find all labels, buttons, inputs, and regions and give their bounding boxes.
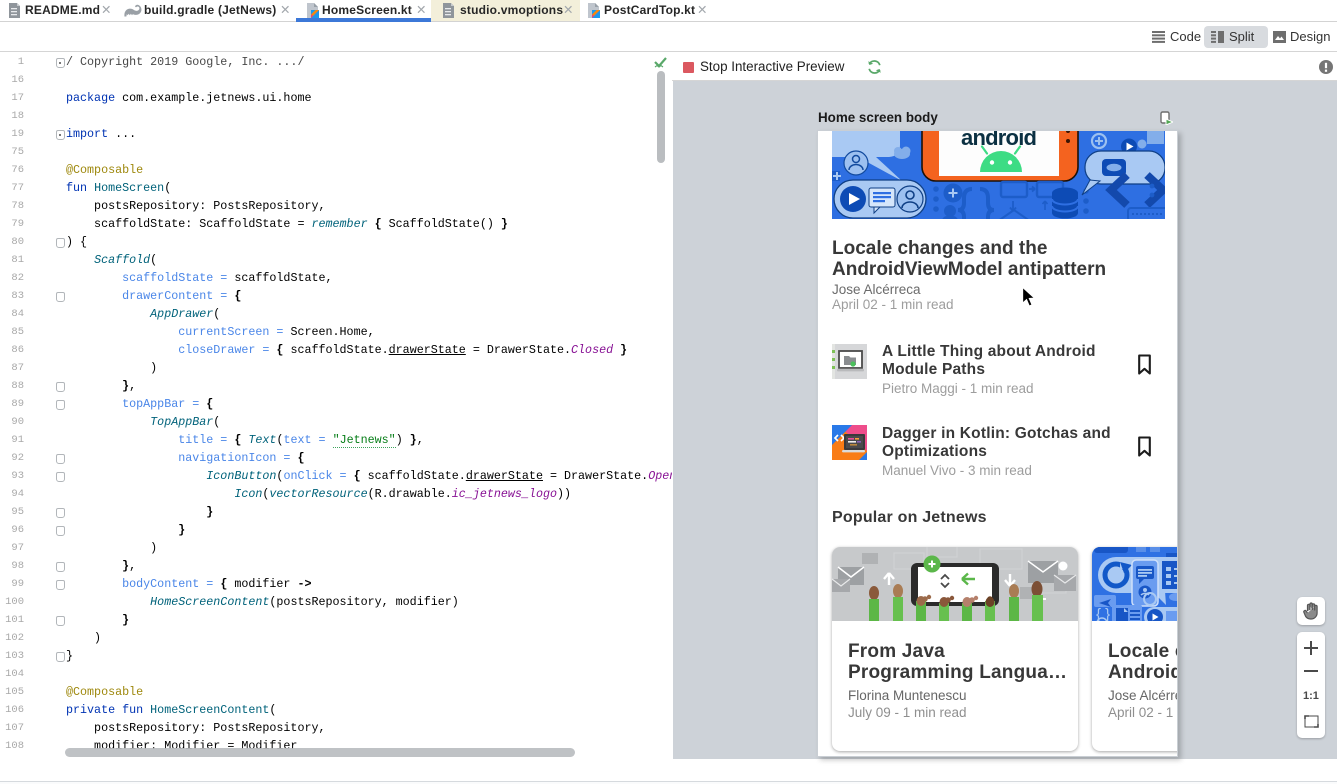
svg-text:android: android (961, 131, 1037, 150)
